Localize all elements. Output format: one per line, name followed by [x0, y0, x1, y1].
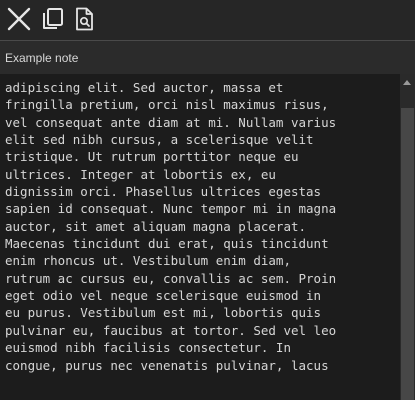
- note-line: auctor, sit amet aliquam magna placerat.: [5, 218, 307, 234]
- copy-button[interactable]: [40, 6, 66, 32]
- note-line: eu purus. Vestibulum est mi, lobortis qu…: [5, 305, 322, 321]
- scroll-up-arrow-icon[interactable]: [403, 80, 411, 85]
- find-in-document-icon: [76, 7, 93, 31]
- note-line: pulvinar eu, faucibus at tortor. Sed vel…: [5, 322, 337, 338]
- find-in-note-button[interactable]: [72, 6, 98, 32]
- close-icon: [7, 7, 31, 31]
- close-button[interactable]: [6, 6, 32, 32]
- note-line: fringilla pretium, orci nisl maximus ris…: [5, 97, 329, 113]
- note-line: rutrum ac cursus eu, convallis ac sem. P…: [5, 270, 337, 286]
- note-line: Maecenas tincidunt dui erat, quis tincid…: [5, 236, 329, 252]
- scrollbar-thumb[interactable]: [401, 108, 414, 400]
- note-line: euismod nibh facilisis consectetur. In: [5, 340, 291, 356]
- note-editor[interactable]: adipiscing elit. Sed auctor, massa et fr…: [0, 74, 415, 400]
- copy-icon: [43, 8, 63, 29]
- note-line: enim rhoncus ut. Vestibulum enim diam,: [5, 253, 291, 269]
- note-title-bar: Example note: [0, 41, 415, 74]
- note-line: ultrices. Integer at lobortis ex, eu: [5, 166, 276, 182]
- note-line: sapien id consequat. Nunc tempor mi in m…: [5, 201, 337, 217]
- note-title: Example note: [5, 51, 79, 65]
- note-line: congue, purus nec venenatis pulvinar, la…: [5, 357, 329, 373]
- note-line: elit sed nibh cursus, a scelerisque veli…: [5, 132, 314, 148]
- toolbar: [0, 0, 415, 40]
- note-line: vel consequat ante diam at mi. Nullam va…: [5, 114, 337, 130]
- note-line: tristique. Ut rutrum porttitor neque eu: [5, 149, 299, 165]
- note-line: eget odio vel neque scelerisque euismod …: [5, 288, 322, 304]
- note-line: adipiscing elit. Sed auctor, massa et: [5, 80, 284, 95]
- note-line: dignissim orci. Phasellus ultrices egest…: [5, 184, 322, 200]
- note-body-text[interactable]: adipiscing elit. Sed auctor, massa et fr…: [5, 79, 397, 374]
